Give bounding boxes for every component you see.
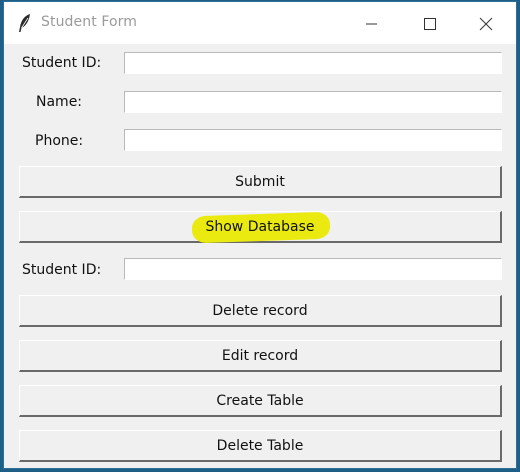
- title-bar[interactable]: Student Form: [4, 2, 516, 44]
- show-database-button-label: Show Database: [205, 218, 315, 235]
- delete-table-button[interactable]: Delete Table: [19, 430, 502, 462]
- feather-icon: [17, 13, 33, 33]
- name-label: Name:: [36, 94, 83, 110]
- delete-record-button[interactable]: Delete record: [19, 295, 502, 327]
- submit-button-label: Submit: [235, 173, 285, 190]
- show-database-button[interactable]: Show Database: [19, 211, 502, 244]
- create-table-button[interactable]: Create Table: [19, 385, 502, 417]
- minimize-icon: [366, 23, 377, 25]
- phone-input[interactable]: [124, 129, 502, 151]
- minimize-button[interactable]: [342, 2, 400, 44]
- delete-student-id-input[interactable]: [124, 258, 502, 280]
- student-form-window: Student Form Student ID: Name: Phone: Su…: [3, 1, 517, 469]
- student-id-input[interactable]: [124, 52, 502, 74]
- close-button[interactable]: [458, 2, 516, 44]
- submit-button[interactable]: Submit: [19, 166, 502, 198]
- maximize-button[interactable]: [400, 2, 458, 44]
- maximize-icon: [424, 18, 436, 30]
- create-table-button-label: Create Table: [216, 392, 304, 409]
- edit-record-button-label: Edit record: [221, 347, 299, 364]
- close-icon: [479, 17, 493, 31]
- window-title: Student Form: [41, 14, 138, 30]
- student-id-label: Student ID:: [22, 55, 102, 71]
- delete-student-id-label: Student ID:: [22, 262, 102, 278]
- delete-table-button-label: Delete Table: [216, 437, 304, 454]
- edit-record-button[interactable]: Edit record: [19, 340, 502, 372]
- name-input[interactable]: [124, 91, 502, 113]
- phone-label: Phone:: [35, 133, 84, 149]
- delete-record-button-label: Delete record: [212, 302, 308, 319]
